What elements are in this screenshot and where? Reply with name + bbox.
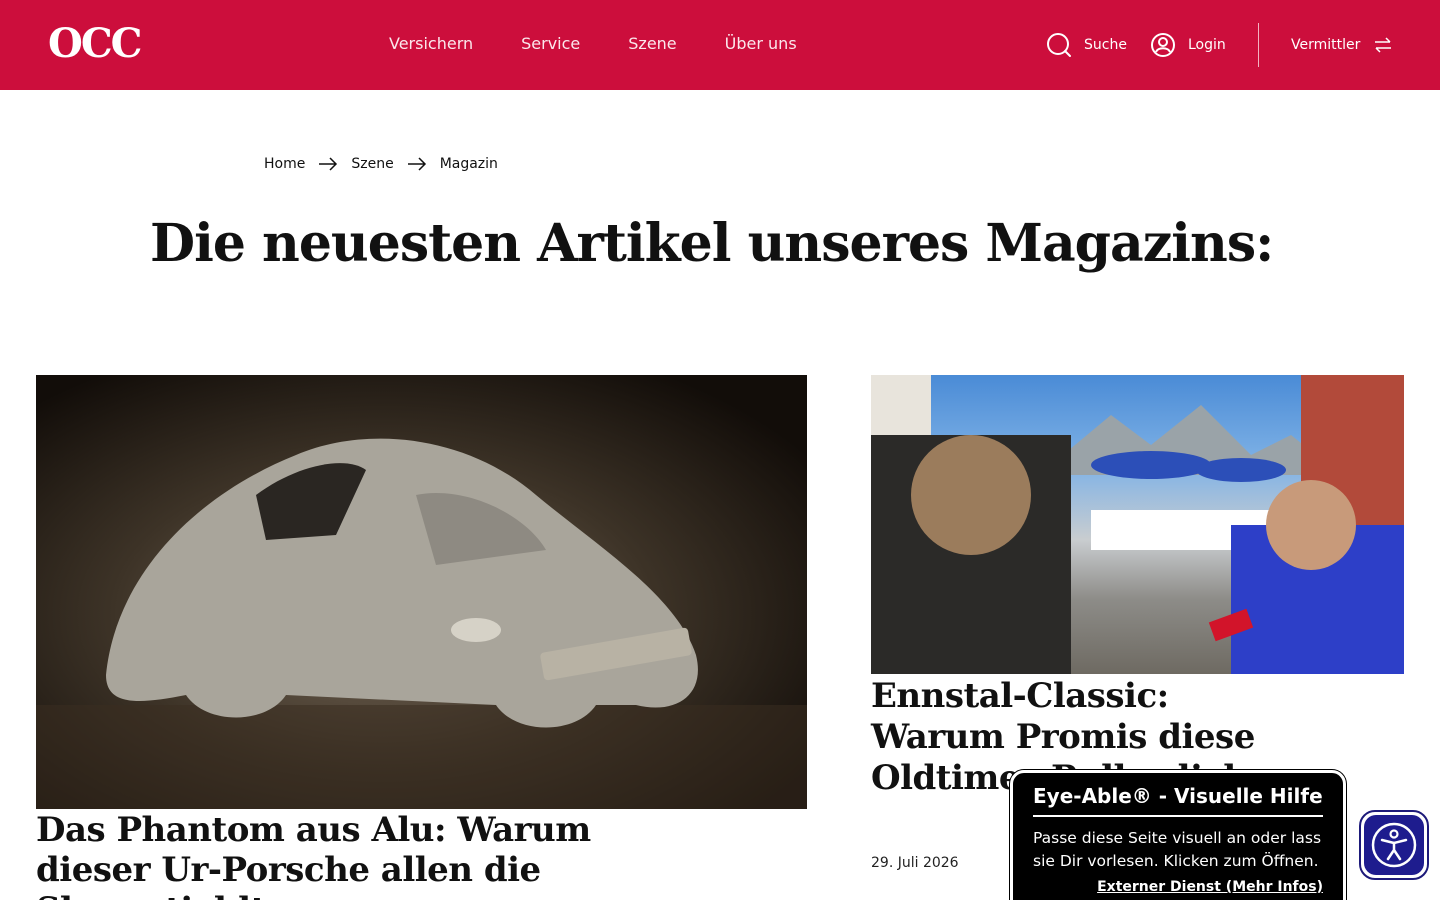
site-header: OCC Versichern Service Szene Über uns Su…	[0, 0, 1440, 90]
eye-able-info-link[interactable]: Externer Dienst (Mehr Infos)	[1033, 879, 1323, 895]
main-nav: Versichern Service Szene Über uns	[389, 32, 797, 56]
accessibility-icon	[1364, 815, 1424, 875]
search-button[interactable]: Suche	[1046, 30, 1127, 60]
arrow-right-icon	[407, 157, 427, 171]
accessibility-button[interactable]	[1359, 810, 1429, 880]
nav-szene[interactable]: Szene	[628, 32, 676, 56]
article-image-ennstal[interactable]	[871, 375, 1404, 674]
nav-versichern[interactable]: Versichern	[389, 32, 473, 56]
eye-able-title: Eye-Able® - Visuelle Hilfe	[1033, 783, 1323, 817]
nav-service[interactable]: Service	[521, 32, 580, 56]
search-icon	[1046, 32, 1072, 58]
article-title-porsche[interactable]: Das Phantom aus Alu: Warum dieser Ur-Por…	[36, 810, 636, 900]
article-date: 29. Juli 2026	[871, 855, 959, 871]
article-image-porsche[interactable]	[36, 375, 807, 809]
nav-ueber-uns[interactable]: Über uns	[725, 32, 797, 56]
user-icon	[1150, 32, 1176, 58]
eye-able-popup[interactable]: Eye-Able® - Visuelle Hilfe Passe diese S…	[1010, 770, 1346, 900]
arrow-right-icon	[318, 157, 338, 171]
page-title: Die neuesten Artikel unseres Magazins:	[150, 213, 1274, 274]
logo[interactable]: OCC	[48, 22, 143, 66]
breadcrumb-szene[interactable]: Szene	[351, 156, 393, 172]
vermittler-button[interactable]: Vermittler	[1291, 30, 1392, 60]
breadcrumb-magazin: Magazin	[439, 156, 498, 172]
search-label: Suche	[1084, 37, 1127, 53]
login-label: Login	[1188, 37, 1226, 53]
breadcrumb: Home Szene Magazin	[264, 156, 498, 172]
login-button[interactable]: Login	[1150, 30, 1226, 60]
header-divider	[1258, 23, 1259, 67]
swap-arrows-icon	[1374, 37, 1392, 53]
eye-able-body: Passe diese Seite visuell an oder lass s…	[1033, 829, 1322, 870]
breadcrumb-home[interactable]: Home	[264, 156, 305, 172]
vermittler-label: Vermittler	[1291, 37, 1361, 53]
